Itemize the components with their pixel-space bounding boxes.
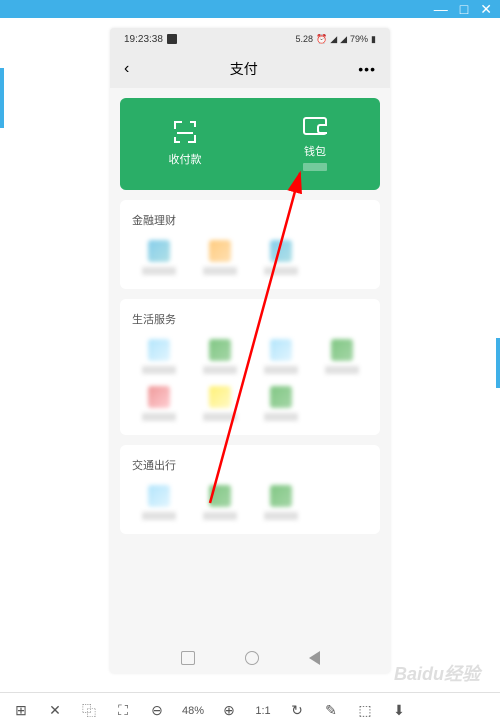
zoom-in-tool[interactable]: ⊕ — [220, 702, 238, 720]
zoom-out-tool[interactable]: ⊖ — [148, 702, 166, 720]
finance-title: 金融理财 — [132, 212, 368, 228]
close-button[interactable]: ✕ — [480, 2, 492, 16]
calendar-icon — [167, 34, 177, 44]
page-title: 支付 — [230, 59, 258, 79]
transport-section: 交通出行 — [120, 445, 380, 534]
home-button[interactable] — [245, 651, 259, 665]
grid-item[interactable] — [132, 485, 185, 520]
grid-item[interactable] — [193, 386, 246, 421]
viewer-toolbar: ⊞ ✕ ⿻ ⛶ ⊖ 48% ⊕ 1:1 ↻ ✎ ⬚ ⬇ — [0, 692, 500, 728]
battery-icon: ▮ — [371, 34, 376, 45]
life-title: 生活服务 — [132, 311, 368, 327]
app-navbar: ‹ 支付 ••• — [110, 50, 390, 88]
grid-item[interactable] — [254, 386, 307, 421]
grid-item[interactable] — [254, 339, 307, 374]
life-section: 生活服务 — [120, 299, 380, 435]
image-viewer: 19:23:38 5.28 ⏰ ◢ ◢ 79% ▮ ‹ 支付 — [0, 18, 500, 728]
status-small-text: 5.28 — [295, 34, 313, 44]
crop2-tool[interactable]: ⬚ — [356, 702, 374, 720]
edit-tool[interactable]: ✎ — [322, 702, 340, 720]
android-nav — [110, 643, 390, 673]
wallet-button[interactable]: 钱包 — [250, 98, 380, 190]
payment-card: 收付款 钱包 — [120, 98, 380, 190]
wifi-icon: ◢ — [340, 34, 347, 45]
grid-item[interactable] — [193, 240, 246, 275]
zoom-level: 48% — [182, 705, 204, 717]
grid-item[interactable] — [132, 339, 185, 374]
recents-button[interactable] — [181, 651, 195, 665]
grid-item[interactable] — [254, 240, 307, 275]
scan-icon — [174, 121, 196, 143]
wallet-balance-blur — [303, 163, 327, 171]
battery-percent: 79% — [350, 34, 368, 44]
copy-tool[interactable]: ⿻ — [80, 702, 98, 720]
download-tool[interactable]: ⬇ — [390, 702, 408, 720]
wallet-label: 钱包 — [304, 143, 326, 159]
crop-tool[interactable]: ⛶ — [114, 702, 132, 720]
back-nav-button[interactable] — [309, 651, 320, 665]
maximize-button[interactable]: □ — [460, 2, 468, 16]
shuffle-tool[interactable]: ✕ — [46, 702, 64, 720]
window-titlebar: — □ ✕ — [0, 0, 500, 18]
scan-pay-button[interactable]: 收付款 — [120, 98, 250, 190]
minimize-button[interactable]: — — [434, 2, 448, 16]
grid-tool[interactable]: ⊞ — [12, 702, 30, 720]
status-time: 19:23:38 — [124, 34, 163, 45]
grid-item[interactable] — [254, 485, 307, 520]
grid-item[interactable] — [193, 339, 246, 374]
rotate-tool[interactable]: ↻ — [288, 702, 306, 720]
finance-section: 金融理财 — [120, 200, 380, 289]
signal-icon: ◢ — [330, 34, 337, 45]
ratio-tool[interactable]: 1:1 — [254, 702, 272, 720]
transport-title: 交通出行 — [132, 457, 368, 473]
more-button[interactable]: ••• — [358, 61, 376, 77]
grid-item[interactable] — [132, 386, 185, 421]
grid-item[interactable] — [315, 339, 368, 374]
wallet-icon — [303, 117, 327, 135]
back-button[interactable]: ‹ — [124, 60, 129, 78]
scan-pay-label: 收付款 — [169, 151, 202, 167]
phone-statusbar: 19:23:38 5.28 ⏰ ◢ ◢ 79% ▮ — [110, 28, 390, 50]
grid-item[interactable] — [193, 485, 246, 520]
alarm-icon: ⏰ — [316, 34, 327, 45]
phone-screenshot: 19:23:38 5.28 ⏰ ◢ ◢ 79% ▮ ‹ 支付 — [110, 28, 390, 673]
grid-item[interactable] — [132, 240, 185, 275]
